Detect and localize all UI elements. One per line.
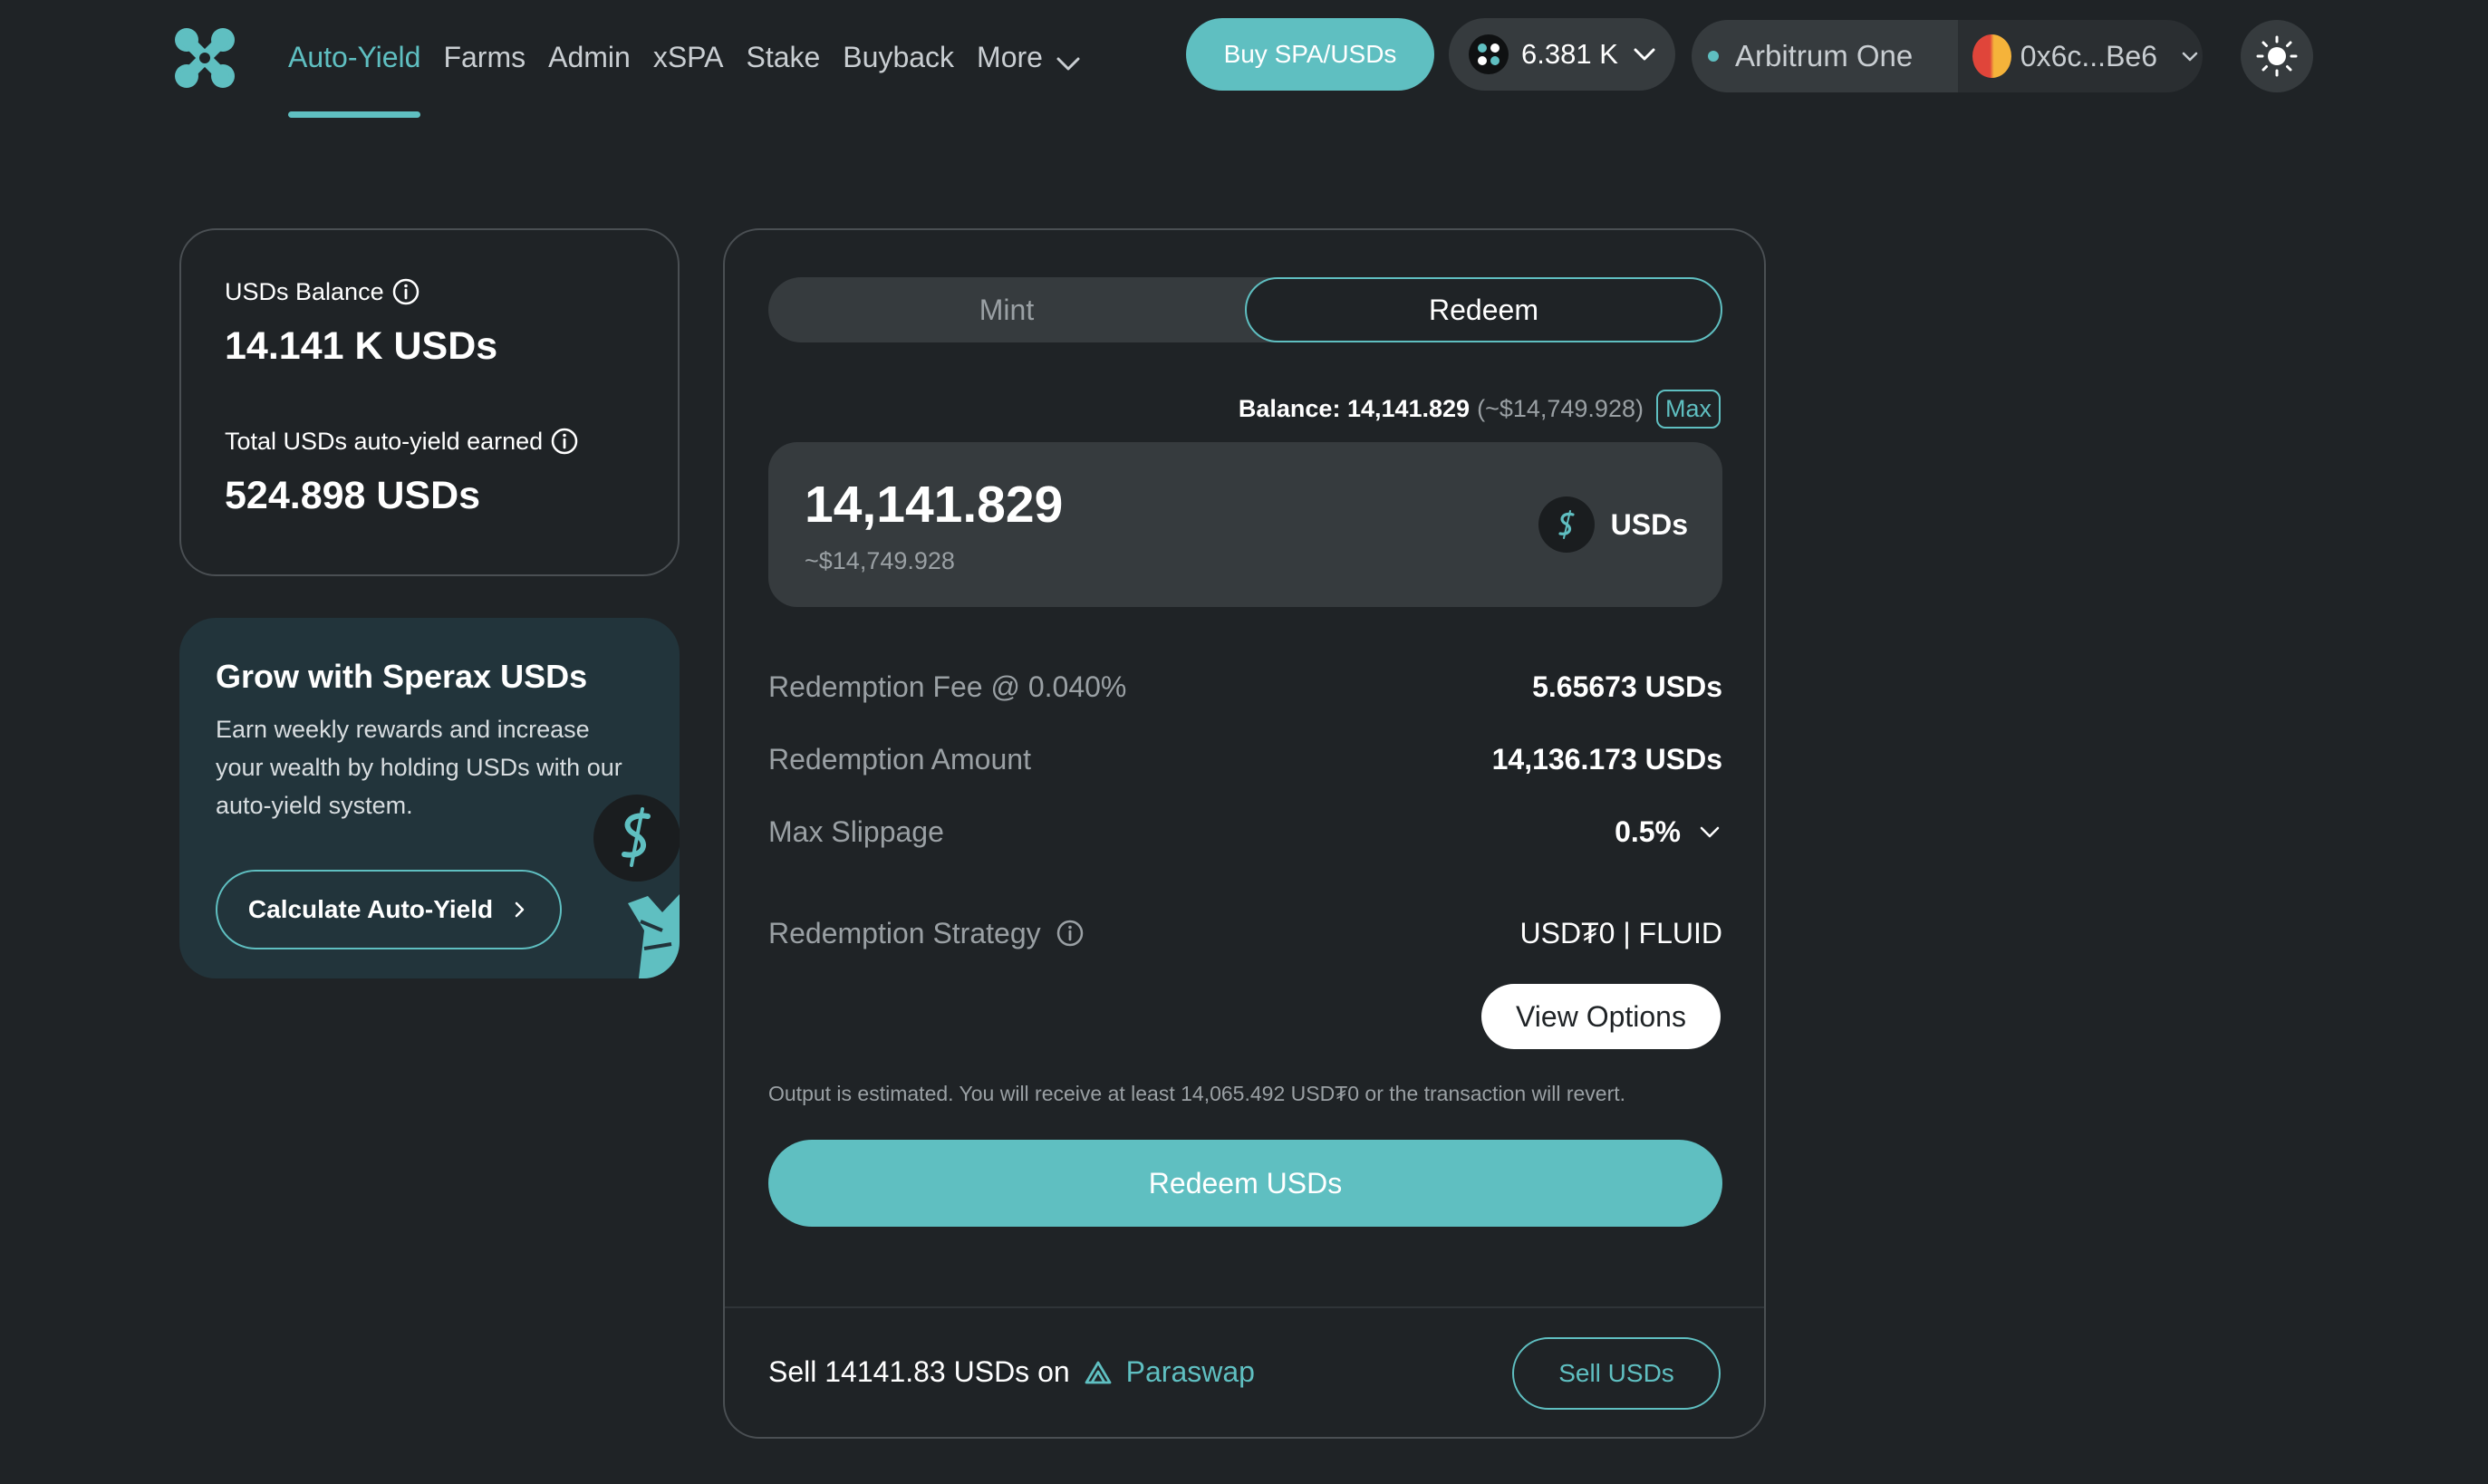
max-button[interactable]: Max xyxy=(1655,390,1721,429)
usds-balance-value: 14.141 K USDs xyxy=(225,324,498,368)
redemption-fee-row: Redemption Fee @ 0.040% 5.65673 USDs xyxy=(768,664,1722,709)
section-divider xyxy=(725,1306,1764,1308)
max-slippage-label: Max Slippage xyxy=(768,814,944,848)
max-slippage-value: 0.5% xyxy=(1615,814,1681,848)
amount-input[interactable]: 14,141.829 xyxy=(805,475,1063,535)
auto-yield-earned-label: Total USDs auto-yield earned xyxy=(225,427,544,455)
spa-token-icon xyxy=(1469,34,1509,74)
token-display: USDs xyxy=(1538,496,1688,553)
redemption-amount-label: Redemption Amount xyxy=(768,742,1031,776)
mint-redeem-tabs: Mint Redeem xyxy=(768,277,1722,342)
chevron-down-icon xyxy=(1697,819,1722,844)
app-root: Auto-Yield Farms Admin xSPA Stake Buybac… xyxy=(0,0,2488,1484)
promo-text: Earn weekly rewards and increase your we… xyxy=(216,716,622,819)
chevron-down-icon xyxy=(2177,43,2203,69)
network-status-dot xyxy=(1708,51,1719,62)
mint-redeem-card: Mint Redeem Balance: 14,141.829 (~$14,74… xyxy=(723,228,1766,1439)
nav-more-label: More xyxy=(977,41,1043,73)
usds-balance-label: USDs Balance xyxy=(225,277,384,305)
network-name: Arbitrum One xyxy=(1735,39,1914,72)
balance-label: Balance: 14,141.829 xyxy=(1238,395,1471,422)
redeem-usds-button[interactable]: Redeem USDs xyxy=(768,1140,1722,1227)
info-icon[interactable] xyxy=(550,427,579,456)
chevron-down-icon xyxy=(1054,45,1083,74)
spa-balance-value: 6.381 K xyxy=(1521,38,1618,70)
redemption-amount-row: Redemption Amount 14,136.173 USDs xyxy=(768,737,1722,782)
chevron-right-icon xyxy=(515,901,525,918)
wallet-button[interactable]: 0x6c...Be6 xyxy=(1958,20,2203,92)
redemption-amount-value: 14,136.173 USDs xyxy=(1491,742,1722,776)
redemption-fee-value: 5.65673 USDs xyxy=(1532,670,1722,703)
max-slippage-row: Max Slippage 0.5% xyxy=(768,809,1722,854)
redemption-strategy-label: Redemption Strategy xyxy=(768,916,1041,949)
promo-title: Grow with Sperax USDs xyxy=(216,658,588,695)
theme-toggle-button[interactable] xyxy=(2241,20,2313,92)
paraswap-link[interactable]: Paraswap xyxy=(1083,1355,1255,1389)
max-slippage-dropdown[interactable]: 0.5% xyxy=(1615,815,1722,849)
calculate-auto-yield-label: Calculate Auto-Yield xyxy=(247,895,494,923)
sperax-logo-icon[interactable] xyxy=(174,27,236,89)
amount-input-box[interactable]: 14,141.829 ~$14,749.928 USDs xyxy=(768,442,1722,607)
sell-prefix-text: Sell 14141.83 USDs on xyxy=(768,1355,1070,1388)
nav-buyback[interactable]: Buyback xyxy=(843,34,954,80)
sell-on-dex-row: Sell 14141.83 USDs on Paraswap xyxy=(768,1355,1255,1389)
buy-spa-usds-button[interactable]: Buy SPA/USDs xyxy=(1186,18,1434,91)
nav-xspa[interactable]: xSPA xyxy=(653,34,724,80)
chevron-down-icon xyxy=(1631,41,1658,68)
nav-auto-yield[interactable]: Auto-Yield xyxy=(288,34,421,118)
info-icon[interactable] xyxy=(1056,919,1085,948)
calculate-auto-yield-button[interactable]: Calculate Auto-Yield xyxy=(216,870,562,949)
amount-usd-value: ~$14,749.928 xyxy=(805,547,955,574)
usds-balance-card: USDs Balance 14.141 K USDs Total USDs au… xyxy=(179,228,680,576)
auto-yield-earned-value: 524.898 USDs xyxy=(225,474,481,517)
usds-balance-label-row: USDs Balance xyxy=(225,277,678,306)
nav-more[interactable]: More xyxy=(977,34,1083,80)
tab-mint[interactable]: Mint xyxy=(768,277,1245,342)
nav-admin[interactable]: Admin xyxy=(548,34,631,80)
usds-token-icon xyxy=(1538,496,1595,553)
grow-promo-card: Grow with Sperax USDs Earn weekly reward… xyxy=(179,618,680,978)
redemption-strategy-label-row: Redemption Strategy xyxy=(768,917,1085,950)
main-nav: Auto-Yield Farms Admin xSPA Stake Buybac… xyxy=(288,34,1083,118)
nav-stake[interactable]: Stake xyxy=(746,34,820,80)
paraswap-icon xyxy=(1085,1361,1112,1383)
view-options-button[interactable]: View Options xyxy=(1481,984,1721,1049)
info-icon[interactable] xyxy=(391,277,420,306)
wallet-address: 0x6c...Be6 xyxy=(2020,39,2157,72)
paraswap-label: Paraswap xyxy=(1125,1355,1255,1388)
output-estimate-note: Output is estimated. You will receive at… xyxy=(768,1082,1626,1105)
redemption-strategy-row: Redemption Strategy USD₮0 | FLUID xyxy=(768,911,1722,956)
sell-usds-button[interactable]: Sell USDs xyxy=(1512,1337,1721,1410)
auto-yield-earned-label-row: Total USDs auto-yield earned xyxy=(225,427,678,456)
usds-mascot-illustration xyxy=(592,795,680,978)
spa-balance-dropdown[interactable]: 6.381 K xyxy=(1449,18,1675,91)
sun-icon xyxy=(2256,35,2298,77)
top-navbar: Auto-Yield Farms Admin xSPA Stake Buybac… xyxy=(0,0,2488,127)
redemption-fee-label: Redemption Fee @ 0.040% xyxy=(768,670,1127,703)
wallet-avatar xyxy=(1972,34,2011,78)
token-name: USDs xyxy=(1610,507,1688,541)
tab-redeem[interactable]: Redeem xyxy=(1245,277,1722,342)
wallet-balance-row: Balance: 14,141.829 (~$14,749.928) Max xyxy=(1239,390,1721,429)
balance-usd: (~$14,749.928) xyxy=(1477,395,1644,422)
redemption-strategy-value: USD₮0 | FLUID xyxy=(1519,916,1722,949)
network-selector[interactable]: Arbitrum One xyxy=(1692,20,1963,92)
nav-farms[interactable]: Farms xyxy=(443,34,526,80)
